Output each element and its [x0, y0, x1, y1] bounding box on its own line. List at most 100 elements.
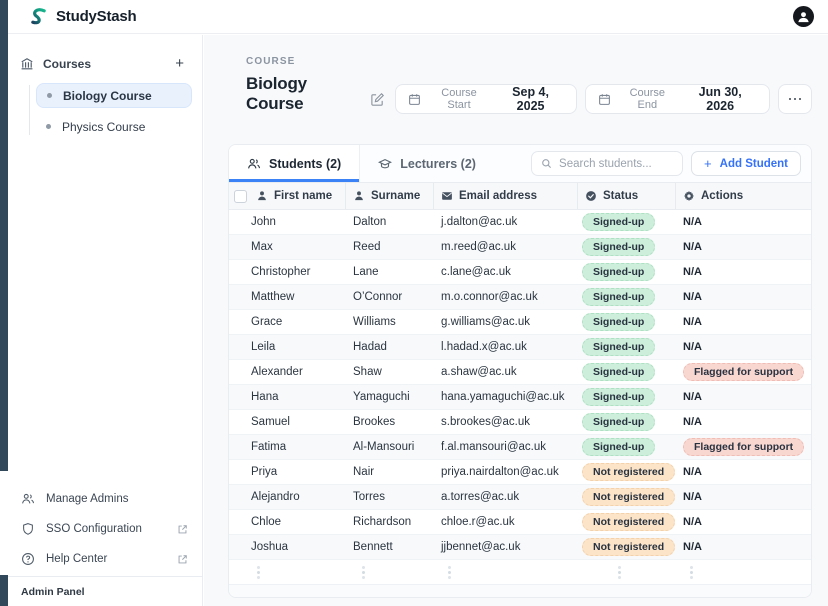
sidebar-item-manage-admins[interactable]: Manage Admins	[8, 484, 202, 514]
cell-surname: Dalton	[346, 210, 434, 234]
tab-lecturers[interactable]: Lecturers (2)	[360, 145, 494, 182]
sidebar-item-label: Biology Course	[63, 89, 152, 103]
table-row[interactable]: John Dalton j.dalton@ac.uk Signed-up N/A	[229, 210, 811, 235]
add-student-label: Add Student	[720, 158, 788, 170]
util-label: Help Center	[46, 553, 166, 565]
external-link-icon	[177, 554, 188, 565]
status-badge: Signed-up	[582, 338, 655, 357]
table-row[interactable]: Alejandro Torres a.torres@ac.uk Not regi…	[229, 485, 811, 510]
cell-first-name: Chloe	[229, 510, 346, 534]
cell-status: Signed-up	[578, 385, 676, 409]
loading-cell	[229, 560, 346, 584]
users-icon	[21, 492, 35, 506]
table-row[interactable]: Alexander Shaw a.shaw@ac.uk Signed-up Fl…	[229, 360, 811, 385]
cell-status: Signed-up	[578, 285, 676, 309]
loading-dots-icon	[257, 571, 260, 574]
cell-email: s.brookes@ac.uk	[434, 410, 578, 434]
more-actions-button[interactable]	[778, 84, 812, 114]
sidebar-item-sso-configuration[interactable]: SSO Configuration	[8, 514, 202, 544]
cell-first-name: Priya	[229, 460, 346, 484]
cell-surname: O’Connor	[346, 285, 434, 309]
cell-status: Signed-up	[578, 435, 676, 459]
cell-actions: Flagged for support	[676, 435, 811, 459]
cell-first-name: Leila	[229, 335, 346, 359]
cell-first-name: Joshua	[229, 535, 346, 559]
search-input[interactable]	[559, 158, 673, 170]
cell-actions: Flagged for support	[676, 360, 811, 384]
cell-first-name: Alejandro	[229, 485, 346, 509]
table-row[interactable]: Chloe Richardson chloe.r@ac.uk Not regis…	[229, 510, 811, 535]
sidebar-item-biology-course[interactable]: Biology Course	[36, 83, 192, 108]
course-end-button[interactable]: Course End Jun 30, 2026	[585, 84, 770, 114]
status-badge: Signed-up	[582, 313, 655, 332]
cell-status: Signed-up	[578, 410, 676, 434]
course-header-controls: Course Start Sep 4, 2025 Course End Jun …	[368, 84, 812, 114]
course-start-label: Course Start	[428, 87, 489, 111]
util-label: Manage Admins	[46, 493, 188, 505]
column-actions: Actions	[676, 183, 811, 209]
table-row[interactable]: Priya Nair priya.nairdalton@ac.uk Not re…	[229, 460, 811, 485]
cell-first-name: Max	[229, 235, 346, 259]
cell-actions: N/A	[676, 410, 811, 434]
course-start-value: Sep 4, 2025	[497, 85, 565, 113]
table-row[interactable]: Hana Yamaguchi hana.yamaguchi@ac.uk Sign…	[229, 385, 811, 410]
course-start-button[interactable]: Course Start Sep 4, 2025	[395, 84, 577, 114]
sidebar-utilities: Manage Admins SSO Configuration	[8, 484, 202, 574]
action-badge: Flagged for support	[683, 363, 804, 382]
cell-first-name: Hana	[229, 385, 346, 409]
table-row[interactable]: Fatima Al-Mansouri f.al.mansouri@ac.uk S…	[229, 435, 811, 460]
status-badge: Not registered	[582, 513, 675, 532]
search-icon	[541, 158, 552, 169]
cell-email: l.hadad.x@ac.uk	[434, 335, 578, 359]
cell-actions: N/A	[676, 210, 811, 234]
bullet-icon	[47, 93, 52, 98]
user-avatar[interactable]	[793, 6, 814, 27]
cell-email: a.torres@ac.uk	[434, 485, 578, 509]
cell-first-name: Christopher	[229, 260, 346, 284]
cell-actions: N/A	[676, 460, 811, 484]
cell-email: m.reed@ac.uk	[434, 235, 578, 259]
cell-surname: Richardson	[346, 510, 434, 534]
help-icon	[21, 552, 35, 566]
admin-panel-label: Admin Panel	[21, 586, 85, 598]
table-row[interactable]: Samuel Brookes s.brookes@ac.uk Signed-up…	[229, 410, 811, 435]
course-end-label: Course End	[618, 87, 676, 111]
sidebar-item-help-center[interactable]: Help Center	[8, 544, 202, 574]
loading-dots-icon	[448, 571, 451, 574]
main-content: COURSE Biology Course Course S	[204, 35, 828, 606]
column-surname: Surname	[346, 183, 434, 209]
loading-dots-icon	[362, 571, 365, 574]
table-row[interactable]: Matthew O’Connor m.o.connor@ac.uk Signed…	[229, 285, 811, 310]
cell-email: chloe.r@ac.uk	[434, 510, 578, 534]
table-body: John Dalton j.dalton@ac.uk Signed-up N/A…	[229, 210, 811, 560]
cell-email: a.shaw@ac.uk	[434, 360, 578, 384]
sidebar-item-label: Physics Course	[62, 120, 145, 134]
cell-first-name: John	[229, 210, 346, 234]
table-row[interactable]: Leila Hadad l.hadad.x@ac.uk Signed-up N/…	[229, 335, 811, 360]
tab-students[interactable]: Students (2)	[229, 145, 360, 182]
ellipsis-icon	[789, 98, 792, 101]
cell-email: jjbennet@ac.uk	[434, 535, 578, 559]
calendar-icon	[408, 93, 421, 106]
table-row[interactable]: Joshua Bennett jjbennet@ac.uk Not regist…	[229, 535, 811, 560]
sidebar-item-physics-course[interactable]: Physics Course	[36, 114, 192, 139]
select-all-checkbox[interactable]	[234, 190, 247, 203]
edit-course-button[interactable]	[368, 90, 387, 109]
table-row[interactable]: Grace Williams g.williams@ac.uk Signed-u…	[229, 310, 811, 335]
cell-email: m.o.connor@ac.uk	[434, 285, 578, 309]
cell-actions: N/A	[676, 235, 811, 259]
bullet-icon	[46, 124, 51, 129]
course-header: COURSE Biology Course Course S	[228, 56, 812, 114]
table-row[interactable]: Christopher Lane c.lane@ac.uk Signed-up …	[229, 260, 811, 285]
add-course-button[interactable]: +	[173, 56, 186, 71]
topbar: StudyStash	[8, 0, 828, 34]
tab-label: Lecturers (2)	[400, 157, 476, 171]
cell-status: Signed-up	[578, 210, 676, 234]
cell-actions: N/A	[676, 535, 811, 559]
add-student-button[interactable]: + Add Student	[691, 151, 801, 176]
search-box	[531, 151, 683, 176]
table-row[interactable]: Max Reed m.reed@ac.uk Signed-up N/A	[229, 235, 811, 260]
status-badge: Signed-up	[582, 288, 655, 307]
course-tree: Biology Course Physics Course	[8, 83, 202, 139]
status-badge: Not registered	[582, 463, 675, 482]
